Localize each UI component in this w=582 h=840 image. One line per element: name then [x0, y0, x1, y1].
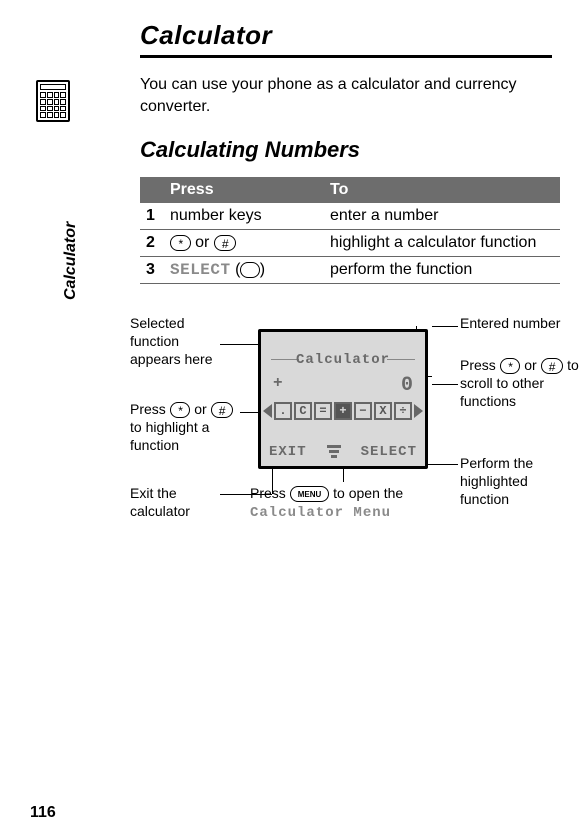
scroll-left-arrow-icon	[263, 404, 272, 418]
menu-key-icon: MENU	[290, 486, 330, 502]
step-num: 1	[140, 203, 164, 230]
callout-entered-number: Entered number	[460, 314, 570, 332]
select-softkey-label: SELECT	[170, 261, 231, 279]
screen-title: Calculator	[261, 352, 425, 368]
softkey-icon	[240, 262, 259, 278]
calculator-menu-text: Calculator Menu	[250, 505, 391, 521]
callout-open-menu: Press MENU to open the Calculator Menu	[250, 484, 450, 522]
func-plus: +	[334, 402, 352, 420]
col-to: To	[324, 177, 560, 203]
section-heading: Calculating Numbers	[140, 137, 552, 163]
func-equals: =	[314, 402, 332, 420]
press-cell: * or #	[164, 229, 324, 256]
screen-display-value: 0	[401, 374, 413, 397]
func-dot: .	[274, 402, 292, 420]
col-press: Press	[164, 177, 324, 203]
hash-key-icon: #	[211, 402, 234, 418]
press-cell: SELECT ( )	[164, 256, 324, 283]
side-section-label: Calculator	[62, 222, 80, 300]
func-minus: −	[354, 402, 372, 420]
intro-text: You can use your phone as a calculator a…	[140, 74, 552, 119]
hash-key-icon: #	[541, 358, 564, 374]
callout-scroll-functions: Press * or # to scroll to other function…	[460, 356, 580, 411]
callout-exit: Exit the calculator	[130, 484, 220, 520]
func-multiply: X	[374, 402, 392, 420]
calculator-icon	[36, 80, 70, 122]
table-row: 1 number keys enter a number	[140, 203, 560, 230]
star-key-icon: *	[170, 402, 191, 418]
step-num: 3	[140, 256, 164, 283]
softkey-exit: EXIT	[269, 444, 307, 460]
annotated-screen-illustration: Selected function appears here Press * o…	[140, 314, 580, 614]
table-row: 2 * or # highlight a calculator function	[140, 229, 560, 256]
scroll-right-arrow-icon	[414, 404, 423, 418]
manual-page: Calculator Calculator You can use your p…	[0, 0, 582, 840]
hash-key-icon: #	[214, 235, 237, 251]
func-clear: C	[294, 402, 312, 420]
press-cell: number keys	[164, 203, 324, 230]
page-number: 116	[30, 804, 56, 822]
func-divide: ÷	[394, 402, 412, 420]
callout-selected-function: Selected function appears here	[130, 314, 220, 369]
function-row: . C = + − X ÷	[269, 402, 417, 420]
softkey-select: SELECT	[361, 444, 417, 460]
callout-highlight-function: Press * or # to highlight a function	[130, 400, 240, 455]
phone-screen-mock: Calculator + 0 . C = + − X ÷ EXIT SELECT	[258, 329, 428, 469]
or-text: or	[195, 234, 214, 251]
page-title: Calculator	[140, 20, 552, 51]
title-rule	[140, 55, 552, 58]
table-row: 3 SELECT ( ) perform the function	[140, 256, 560, 283]
menu-bars-icon	[327, 445, 341, 458]
callout-perform-function: Perform the highlighted function	[460, 454, 580, 509]
step-num: 2	[140, 229, 164, 256]
star-key-icon: *	[500, 358, 521, 374]
screen-function-indicator: +	[273, 374, 283, 392]
steps-table: Press To 1 number keys enter a number 2 …	[140, 177, 560, 284]
to-cell: enter a number	[324, 203, 560, 230]
to-cell: highlight a calculator function	[324, 229, 560, 256]
star-key-icon: *	[170, 235, 191, 251]
to-cell: perform the function	[324, 256, 560, 283]
